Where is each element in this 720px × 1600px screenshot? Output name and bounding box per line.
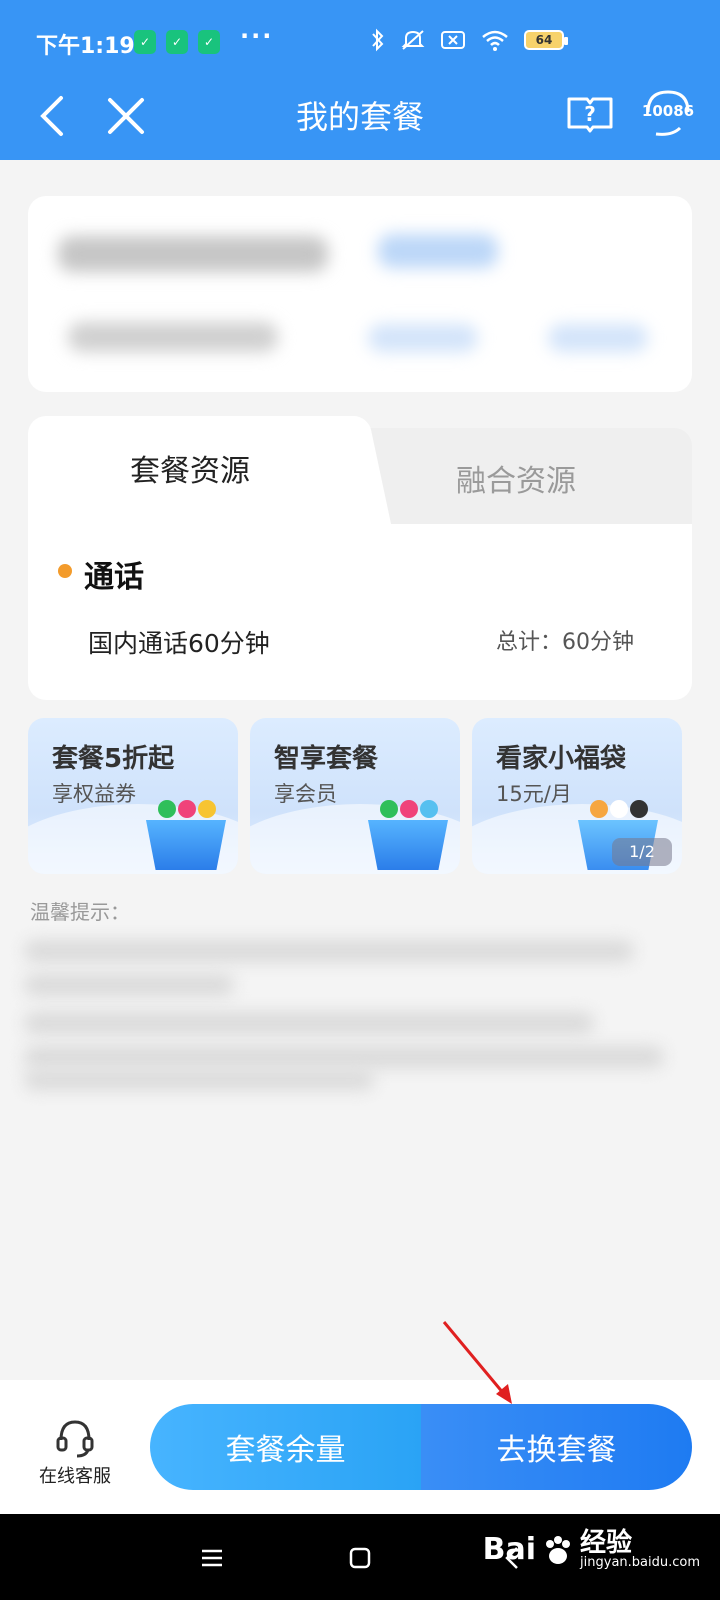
more-notifications-icon: ··· xyxy=(240,22,274,50)
watermark-url: jingyan.baidu.com xyxy=(580,1555,700,1570)
watermark-logo: Bai xyxy=(482,1532,537,1567)
promo-card-smart-package[interactable]: 智享套餐 享会员 xyxy=(250,718,460,874)
customer-service-10086-button[interactable]: 10086 xyxy=(636,84,700,144)
watermark-text: 经验 xyxy=(580,1528,633,1558)
promo-card-discount[interactable]: 套餐5折起 享权益券 xyxy=(28,718,238,874)
shield-icon: ✓ xyxy=(134,30,156,54)
promo-title: 智享套餐 xyxy=(274,744,379,774)
blurred-link xyxy=(548,324,648,352)
bullet-dot xyxy=(58,564,72,578)
wifi-icon xyxy=(482,30,508,51)
no-sim-icon xyxy=(441,31,465,49)
carousel-page-indicator: 1/2 xyxy=(612,838,672,866)
blurred-tag xyxy=(378,234,498,268)
tab-label: 融合资源 xyxy=(456,464,576,499)
blurred-tip-text xyxy=(24,930,674,1090)
annotation-arrow xyxy=(442,1321,512,1404)
resource-category: 通话 xyxy=(84,560,144,595)
promo-title: 套餐5折起 xyxy=(52,744,175,774)
status-bar: 下午1:19 ✓ ✓ ✓ ··· 64 xyxy=(0,0,720,84)
account-info-card xyxy=(28,196,692,392)
shield-icon: ✓ xyxy=(166,30,188,54)
resource-item: 国内通话60分钟 xyxy=(88,629,270,658)
home-square-icon xyxy=(349,1547,371,1569)
promo-subtitle: 享权益券 xyxy=(52,782,136,806)
baidu-watermark: Bai 经验 jingyan.baidu.com xyxy=(483,1530,700,1569)
gift-basket-icon xyxy=(146,800,226,870)
promo-title: 看家小福袋 xyxy=(496,744,627,774)
menu-icon xyxy=(202,1549,222,1567)
tab-package-resources[interactable]: 套餐资源 xyxy=(28,416,358,528)
gift-basket-icon xyxy=(368,800,448,870)
tab-label: 套餐资源 xyxy=(130,454,250,489)
status-time: 下午1:19 xyxy=(36,34,135,59)
help-book-icon: ? xyxy=(567,97,613,133)
headset-icon xyxy=(56,1420,94,1458)
bottom-action-bar: 在线客服 套餐余量 去换套餐 xyxy=(0,1380,720,1514)
promo-subtitle: 15元/月 xyxy=(496,782,572,806)
bluetooth-icon xyxy=(372,28,384,52)
blurred-phone-number xyxy=(58,236,328,272)
package-balance-button[interactable]: 套餐余量 xyxy=(150,1404,421,1490)
paw-icon xyxy=(546,1535,571,1564)
online-service-label: 在线客服 xyxy=(39,1466,111,1487)
blurred-plan-name xyxy=(68,322,278,352)
home-button[interactable] xyxy=(332,1530,388,1586)
promo-card-home-bag[interactable]: 看家小福袋 15元/月 1/2 xyxy=(472,718,682,874)
resource-total: 总计：60分钟 xyxy=(496,630,634,655)
tab-fusion-resources[interactable]: 融合资源 xyxy=(340,428,692,524)
battery-icon: 64 xyxy=(524,30,568,50)
system-nav-bar: Bai 经验 jingyan.baidu.com xyxy=(0,1514,720,1600)
mute-icon xyxy=(401,30,425,50)
menu-button[interactable] xyxy=(184,1530,240,1586)
shield-icon: ✓ xyxy=(198,30,220,54)
blurred-link xyxy=(368,324,478,352)
action-button-group: 套餐余量 去换套餐 xyxy=(150,1404,692,1490)
online-service-button[interactable]: 在线客服 xyxy=(30,1410,120,1490)
svg-text:?: ? xyxy=(584,102,596,126)
resource-card: 通话 国内通话60分钟 总计：60分钟 xyxy=(28,524,692,700)
promo-subtitle: 享会员 xyxy=(274,782,337,806)
tip-label: 温馨提示： xyxy=(30,900,130,924)
help-button[interactable]: ? xyxy=(560,84,620,144)
service-number: 10086 xyxy=(641,102,695,120)
header: 我的套餐 ? 10086 xyxy=(0,84,720,160)
